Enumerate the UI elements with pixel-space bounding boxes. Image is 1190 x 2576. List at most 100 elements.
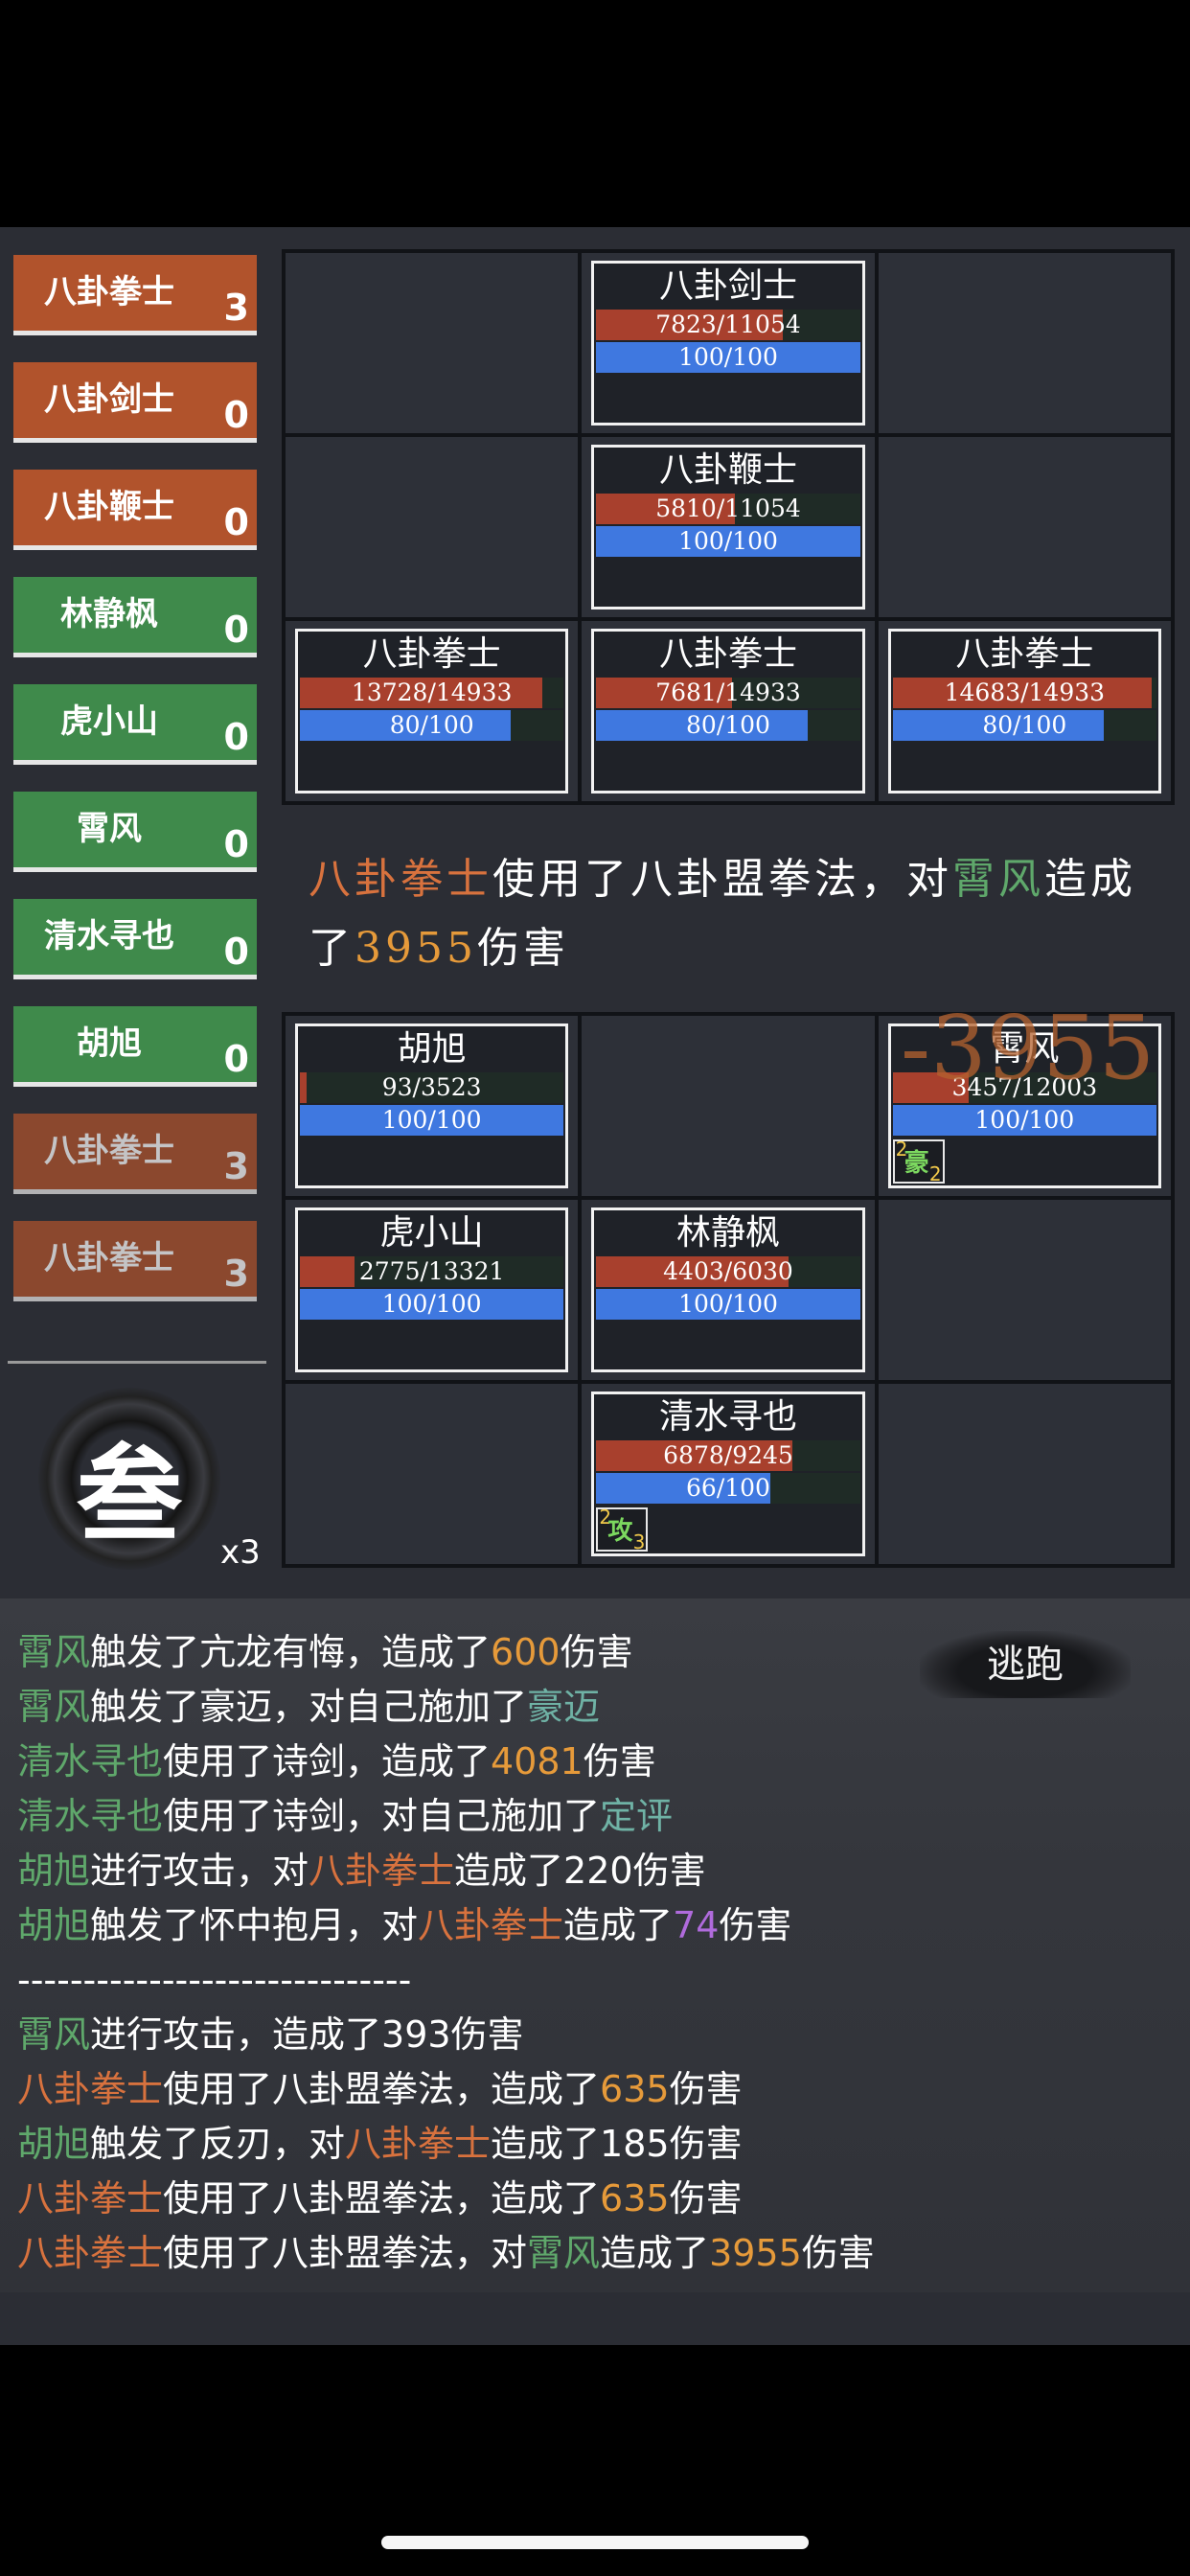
grid-cell[interactable]: 胡旭 93/3523 100/100 — [286, 1016, 579, 1196]
grid-cell[interactable] — [878, 1384, 1171, 1564]
hp-text: 7681/14933 — [655, 678, 801, 706]
unit-card[interactable]: 八卦鞭士 5810/11054 100/100 — [591, 445, 865, 610]
turn-order-count: 0 — [223, 931, 249, 973]
turn-order-item[interactable]: 林静枫 0 — [13, 577, 257, 657]
grid-cell[interactable] — [286, 437, 579, 617]
turn-order-count: 0 — [223, 716, 249, 758]
log-segment: 进行攻击，造成了393伤害 — [90, 2013, 524, 2056]
log-segment: 伤害 — [669, 2177, 743, 2220]
turn-order-item[interactable]: 八卦拳士 3 — [13, 1114, 257, 1194]
turn-order-count: 0 — [223, 1038, 249, 1080]
mp-text: 100/100 — [974, 1106, 1075, 1134]
status-effect-icon[interactable]: 2豪2 — [892, 1138, 945, 1185]
grid-cell[interactable]: 八卦拳士 7681/14933 80/100 — [582, 621, 875, 801]
speed-glyph: 叁 — [77, 1433, 182, 1556]
log-segment: 伤害 — [719, 1904, 792, 1946]
log-segment: 使用了八卦盟拳法，造成了 — [163, 2068, 601, 2110]
log-line: 胡旭进行攻击，对八卦拳士造成了220伤害 — [17, 1844, 1014, 1898]
log-segment: 八卦拳士 — [17, 2177, 164, 2220]
turn-order-item[interactable]: 八卦拳士 3 — [13, 1221, 257, 1301]
turn-order-name: 林静枫 — [60, 595, 158, 633]
flee-button[interactable]: 逃跑 — [920, 1631, 1131, 1698]
log-line: 八卦拳士使用了八卦盟拳法，造成了635伤害 — [17, 2062, 1014, 2117]
status-effect-icon[interactable]: 2攻3 — [596, 1506, 649, 1553]
turn-order-count: 3 — [223, 1145, 249, 1187]
home-indicator — [381, 2536, 809, 2549]
unit-card[interactable]: 虎小山 2775/13321 100/100 — [295, 1208, 569, 1372]
log-segment: 600 — [491, 1631, 561, 1673]
grid-cell[interactable] — [286, 253, 579, 433]
unit-card[interactable]: 胡旭 93/3523 100/100 — [295, 1024, 569, 1188]
mp-text: 100/100 — [678, 343, 778, 371]
action-announcement: 八卦拳士使用了八卦盟拳法，对霄风造成了3955伤害 — [309, 845, 1152, 983]
grid-cell[interactable] — [878, 437, 1171, 617]
log-segment: 胡旭 — [17, 1850, 91, 1892]
mp-text: 100/100 — [381, 1290, 482, 1318]
log-segment: 八卦拳士 — [17, 2068, 164, 2110]
grid-cell[interactable]: 虎小山 2775/13321 100/100 — [286, 1200, 579, 1380]
grid-cell[interactable]: 八卦鞭士 5810/11054 100/100 — [582, 437, 875, 617]
turn-order-item[interactable]: 虎小山 0 — [13, 684, 257, 765]
log-segment: 635 — [600, 2177, 670, 2220]
turn-order-item[interactable]: 八卦拳士 3 — [13, 255, 257, 335]
turn-order-name: 虎小山 — [60, 702, 158, 741]
mp-text: 80/100 — [686, 711, 770, 739]
log-segment: 造成了185伤害 — [491, 2123, 743, 2165]
unit-card[interactable]: 清水寻也 6878/9245 66/100 2 攻 3 — [591, 1392, 865, 1556]
turn-order-item[interactable]: 八卦剑士 0 — [13, 362, 257, 443]
turn-order-count: 0 — [223, 394, 249, 436]
mp-bar: 100/100 — [596, 342, 860, 373]
log-line: 清水寻也使用了诗剑，对自己施加了定评 — [17, 1789, 1014, 1844]
grid-cell[interactable]: 八卦剑士 7823/11054 100/100 — [582, 253, 875, 433]
unit-name: 林静枫 — [675, 1213, 780, 1253]
grid-cell[interactable]: 清水寻也 6878/9245 66/100 2 攻 3 — [582, 1384, 875, 1564]
sidebar-divider — [8, 1361, 266, 1364]
unit-name: 八卦拳士 — [658, 634, 797, 674]
log-segment: 3955 — [709, 2232, 802, 2274]
mp-text: 66/100 — [686, 1474, 770, 1502]
mp-text: 80/100 — [389, 711, 474, 739]
log-segment: 触发了豪迈，对自己施加了 — [90, 1686, 528, 1728]
unit-card[interactable]: 林静枫 4403/6030 100/100 — [591, 1208, 865, 1372]
log-segment: 霄风 — [17, 1631, 91, 1673]
turn-order-name: 八卦拳士 — [44, 273, 174, 311]
unit-card[interactable]: 八卦拳士 14683/14933 80/100 — [887, 629, 1161, 794]
grid-cell[interactable] — [878, 253, 1171, 433]
log-segment: 定评 — [600, 1795, 674, 1837]
log-segment: 八卦拳士 — [418, 1904, 564, 1946]
log-line: 八卦拳士使用了八卦盟拳法，造成了635伤害 — [17, 2172, 1014, 2226]
grid-cell[interactable]: 林静枫 4403/6030 100/100 — [582, 1200, 875, 1380]
grid-cell[interactable] — [878, 1200, 1171, 1380]
turn-order-item[interactable]: 八卦鞭士 0 — [13, 470, 257, 550]
grid-cell[interactable]: 八卦拳士 14683/14933 80/100 — [878, 621, 1171, 801]
unit-card[interactable]: 八卦拳士 13728/14933 80/100 — [295, 629, 569, 794]
mp-bar: 100/100 — [892, 1105, 1156, 1136]
enemy-formation-grid: 八卦剑士 7823/11054 100/100 八卦鞭士 5810/11054 100/1… — [282, 249, 1175, 805]
log-segment: 伤害 — [560, 1631, 633, 1673]
turn-order-count: 0 — [223, 823, 249, 865]
turn-order-item[interactable]: 胡旭 0 — [13, 1006, 257, 1087]
unit-name: 清水寻也 — [658, 1397, 797, 1437]
status-effect-glyph: 攻 — [607, 1517, 633, 1546]
unit-card[interactable]: 八卦拳士 7681/14933 80/100 — [591, 629, 865, 794]
hp-bar: 2775/13321 — [300, 1256, 564, 1287]
unit-name: 八卦鞭士 — [658, 450, 797, 490]
log-segment: 清水寻也 — [17, 1795, 164, 1837]
mp-bar: 100/100 — [300, 1289, 564, 1320]
turn-order-item[interactable]: 霄风 0 — [13, 792, 257, 872]
log-line: 霄风进行攻击，造成了393伤害 — [17, 2008, 1014, 2062]
log-segment: 八卦拳士 — [17, 2232, 164, 2274]
grid-cell[interactable]: 八卦拳士 13728/14933 80/100 — [286, 621, 579, 801]
grid-cell[interactable]: 霄风 3457/12003 100/100 2 豪 2 — [878, 1016, 1171, 1196]
unit-card[interactable]: 八卦剑士 7823/11054 100/100 — [591, 261, 865, 426]
mp-bar: 80/100 — [300, 710, 564, 741]
grid-cell[interactable] — [582, 1016, 875, 1196]
log-segment: 4081 — [491, 1740, 584, 1782]
ally-formation-grid: 胡旭 93/3523 100/100 霄风 3457/12003 100/100 2 豪 2 虎小… — [282, 1012, 1175, 1568]
log-line: 清水寻也使用了诗剑，造成了4081伤害 — [17, 1735, 1014, 1789]
unit-card[interactable]: 霄风 3457/12003 100/100 2 豪 2 — [887, 1024, 1161, 1188]
turn-order-list: 八卦拳士 3 八卦剑士 0 八卦鞭士 0 林静枫 0 虎小山 0 霄风 0 清水寻也 0 胡旭 0 八卦拳士 3 八… — [13, 255, 257, 1328]
hp-text: 93/3523 — [381, 1073, 482, 1101]
turn-order-item[interactable]: 清水寻也 0 — [13, 899, 257, 979]
grid-cell[interactable] — [286, 1384, 579, 1564]
